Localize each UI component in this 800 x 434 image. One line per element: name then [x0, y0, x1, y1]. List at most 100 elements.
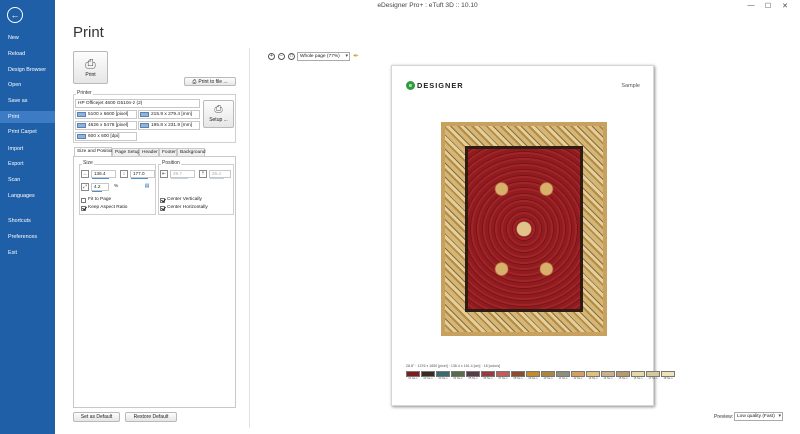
page-size-icon [140, 112, 149, 117]
tab-size-and-position[interactable]: Size and Position [74, 147, 114, 156]
center-vertically-label: Center Vertically [167, 197, 202, 202]
zoom-select-value: Whole page (77%) [300, 54, 340, 59]
color-swatch: 10 Ne·s [541, 371, 555, 383]
preview-quality-value: Low quality (Fast) [737, 414, 775, 419]
page-size-icon [77, 112, 86, 117]
sidebar-item-print-carpet[interactable]: Print Carpet [0, 126, 55, 138]
carpet-design-image [441, 122, 607, 336]
color-swatch: 09 Ne·s [526, 371, 540, 383]
sidebar-item-open[interactable]: Open [0, 79, 55, 91]
color-swatch: 01 Ne·s [406, 371, 420, 383]
position-x-icon: ⇤ [160, 170, 168, 178]
center-vertically-checkbox[interactable]: Center Vertically [160, 197, 202, 203]
color-swatch: 07 Ne·s [496, 371, 510, 383]
title-bar: eDesigner Pro+ : eTuft 3D :: 10.10 — ☐ ✕ [55, 0, 800, 14]
sidebar-item-save-as[interactable]: Save as [0, 95, 55, 107]
checkbox-box [160, 197, 165, 203]
sidebar-item-design-browser[interactable]: Design Browser [0, 64, 55, 76]
swatch-code: 04 Ne·s [453, 377, 463, 380]
center-horizontally-label: Center Horizontally [167, 205, 208, 210]
fit-to-page-checkbox[interactable]: Fit to Page [81, 197, 111, 203]
swatch-code: 05 Ne·s [468, 377, 478, 380]
position-y-icon: ⇡ [199, 170, 207, 178]
sidebar-item-scan[interactable]: Scan [0, 174, 55, 186]
keep-aspect-ratio-label: Keep Aspect Ratio [88, 205, 128, 210]
sidebar-item-shortcuts[interactable]: Shortcuts [0, 215, 55, 227]
sidebar-item-import[interactable]: Import [0, 143, 55, 155]
color-swatch: 13 Ne·s [586, 371, 600, 383]
position-y-input[interactable]: 26.4 [209, 170, 231, 179]
setup-button[interactable]: ⎙ Setup ... [203, 100, 234, 128]
printable-pixel-value: 4626 x 5478 [pixel] [88, 123, 129, 128]
tab-header[interactable]: Header [139, 148, 159, 156]
sidebar-item-exit[interactable]: Exit [0, 247, 55, 259]
sidebar-item-export[interactable]: Export [0, 158, 55, 170]
minimize-icon[interactable]: — [745, 2, 757, 9]
checkbox-box [81, 205, 86, 211]
color-swatch: 15 Ne·s [616, 371, 630, 383]
sidebar: ← New Reload Design Browser Open Save as Prin… [0, 0, 55, 434]
set-as-default-button[interactable]: Set as Default [73, 412, 120, 422]
keep-aspect-ratio-checkbox[interactable]: Keep Aspect Ratio [81, 205, 127, 211]
swatch-code: 02 Ne·s [423, 377, 433, 380]
sidebar-item-print[interactable]: Print [0, 111, 55, 123]
height-input[interactable]: 177.0 [130, 170, 155, 179]
swatch-code: 06 Ne·s [483, 377, 493, 380]
printable-mm-value: 195.8 x 231.9 [mm] [151, 123, 193, 128]
swatch-code: 16 Ne·s [633, 377, 643, 380]
zoom-in-icon[interactable]: + [268, 53, 275, 60]
swatch-code: 03 Ne·s [438, 377, 448, 380]
design-info: 28.8" · 1376 x 1650 [pixel] · 136.4 x 16… [406, 364, 501, 368]
printer-setup-icon: ⎙ [214, 104, 223, 115]
setup-button-label: Setup ... [209, 117, 228, 123]
arrow-left-icon[interactable]: ← [7, 7, 23, 23]
tab-background[interactable]: Background [177, 148, 206, 156]
printer-name: HP Officejet 4600 G510n-z (2) [75, 99, 200, 108]
sidebar-item-preferences[interactable]: Preferences [0, 231, 55, 243]
close-icon[interactable]: ✕ [779, 2, 791, 10]
swatch-code: 01 Ne·s [408, 377, 418, 380]
center-horizontally-checkbox[interactable]: Center Horizontally [160, 205, 208, 211]
resolution-icon [77, 134, 86, 139]
zoom-out-icon[interactable]: − [278, 53, 285, 60]
width-icon: ↔ [81, 170, 89, 178]
lock-aspect-icon[interactable]: ▤ [143, 183, 151, 191]
tab-page-setup[interactable]: Page Setup [112, 148, 140, 156]
print-to-file-button[interactable]: ⎙ Print to file ... [184, 77, 236, 86]
zoom-fit-icon[interactable]: □ [288, 53, 295, 60]
highlight-pen-icon[interactable]: ✒ [353, 52, 359, 60]
percent-input[interactable]: 4.2 [91, 183, 109, 192]
preview-quality-label: Preview: [714, 414, 734, 420]
printer-group-label: Printer [76, 90, 93, 96]
mm-size-field: 215.9 x 279.4 [mm] [138, 110, 200, 119]
swatch-code: 18 Ne·s [663, 377, 673, 380]
swatch-code: 17 Ne·s [648, 377, 658, 380]
width-input[interactable]: 136.4 [91, 170, 116, 179]
print-button[interactable]: ⎙ Print [73, 51, 108, 84]
color-swatch: 04 Ne·s [451, 371, 465, 383]
scale-icon: ⤢ [81, 183, 89, 191]
sidebar-item-languages[interactable]: Languages [0, 190, 55, 202]
maximize-icon[interactable]: ☐ [762, 2, 774, 10]
fit-to-page-label: Fit to Page [88, 197, 112, 202]
swatch-code: 07 Ne·s [498, 377, 508, 380]
restore-default-button[interactable]: Restore Default [125, 412, 177, 422]
carpet-field [468, 149, 580, 309]
swatch-code: 11 Ne·s [558, 377, 568, 380]
color-swatch: 18 Ne·s [661, 371, 675, 383]
dpi-field: 600 x 600 [dpi] [75, 132, 137, 141]
preview-quality-select[interactable]: Low quality (Fast) ▾ [734, 412, 783, 421]
color-swatch: 14 Ne·s [601, 371, 615, 383]
zoom-select[interactable]: Whole page (77%) ▾ [297, 52, 350, 61]
sidebar-item-new[interactable]: New [0, 32, 55, 44]
swatch-code: 14 Ne·s [603, 377, 613, 380]
pixel-size-value: 5100 x 6600 [pixel] [88, 112, 129, 117]
tab-footer[interactable]: Footer [159, 148, 177, 156]
sidebar-item-reload[interactable]: Reload [0, 48, 55, 60]
printer-icon: ⎙ [85, 56, 96, 71]
swatch-code: 10 Ne·s [543, 377, 553, 380]
position-x-input[interactable]: 29.7 [170, 170, 195, 179]
color-swatch: 12 Ne·s [571, 371, 585, 383]
color-swatch: 05 Ne·s [466, 371, 480, 383]
print-to-file-label: Print to file ... [198, 78, 228, 85]
